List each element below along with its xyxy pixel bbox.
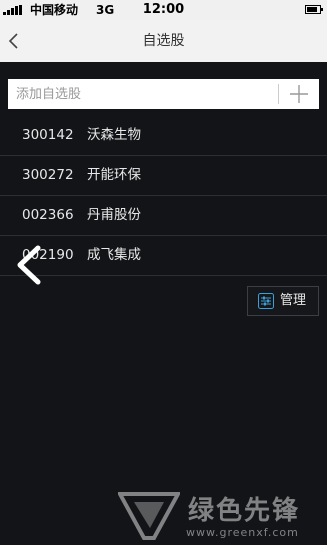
add-stock-button[interactable] <box>279 79 319 109</box>
stock-name: 沃森生物 <box>87 127 141 143</box>
stock-code: 300142 <box>22 127 74 143</box>
stock-name: 开能环保 <box>87 167 141 183</box>
page-title: 自选股 <box>142 33 185 49</box>
floating-back-button[interactable] <box>14 244 44 286</box>
stock-row[interactable]: 002366 丹甫股份 <box>0 196 327 236</box>
stock-list: 300142 沃森生物 300272 开能环保 002366 丹甫股份 0021… <box>0 116 327 276</box>
sliders-icon <box>258 293 274 309</box>
add-stock-input[interactable] <box>8 79 278 109</box>
stock-code: 300272 <box>22 167 74 183</box>
battery-icon <box>305 5 323 14</box>
chevron-left-icon <box>17 245 41 285</box>
watermark-text: 绿色先锋 <box>188 496 301 526</box>
greenxf-logo <box>118 492 180 540</box>
clock: 12:00 <box>142 2 185 17</box>
manage-label: 管理 <box>280 293 307 308</box>
plus-icon <box>290 85 308 103</box>
stock-name: 成飞集成 <box>87 247 141 263</box>
stock-code: 002366 <box>22 207 74 223</box>
add-stock-box <box>8 79 319 109</box>
stock-name: 丹甫股份 <box>87 207 141 223</box>
manage-button[interactable]: 管理 <box>247 286 319 316</box>
watermark: 绿色先锋 www.greenxf.com <box>118 488 323 544</box>
header: 自选股 <box>0 20 327 62</box>
stock-row[interactable]: 300142 沃森生物 <box>0 116 327 156</box>
stock-row[interactable]: 300272 开能环保 <box>0 156 327 196</box>
status-bar: 中国移动 3G 12:00 <box>0 0 327 20</box>
stock-row[interactable]: 002190 成飞集成 <box>0 236 327 276</box>
watermark-url: www.greenxf.com <box>186 526 299 539</box>
